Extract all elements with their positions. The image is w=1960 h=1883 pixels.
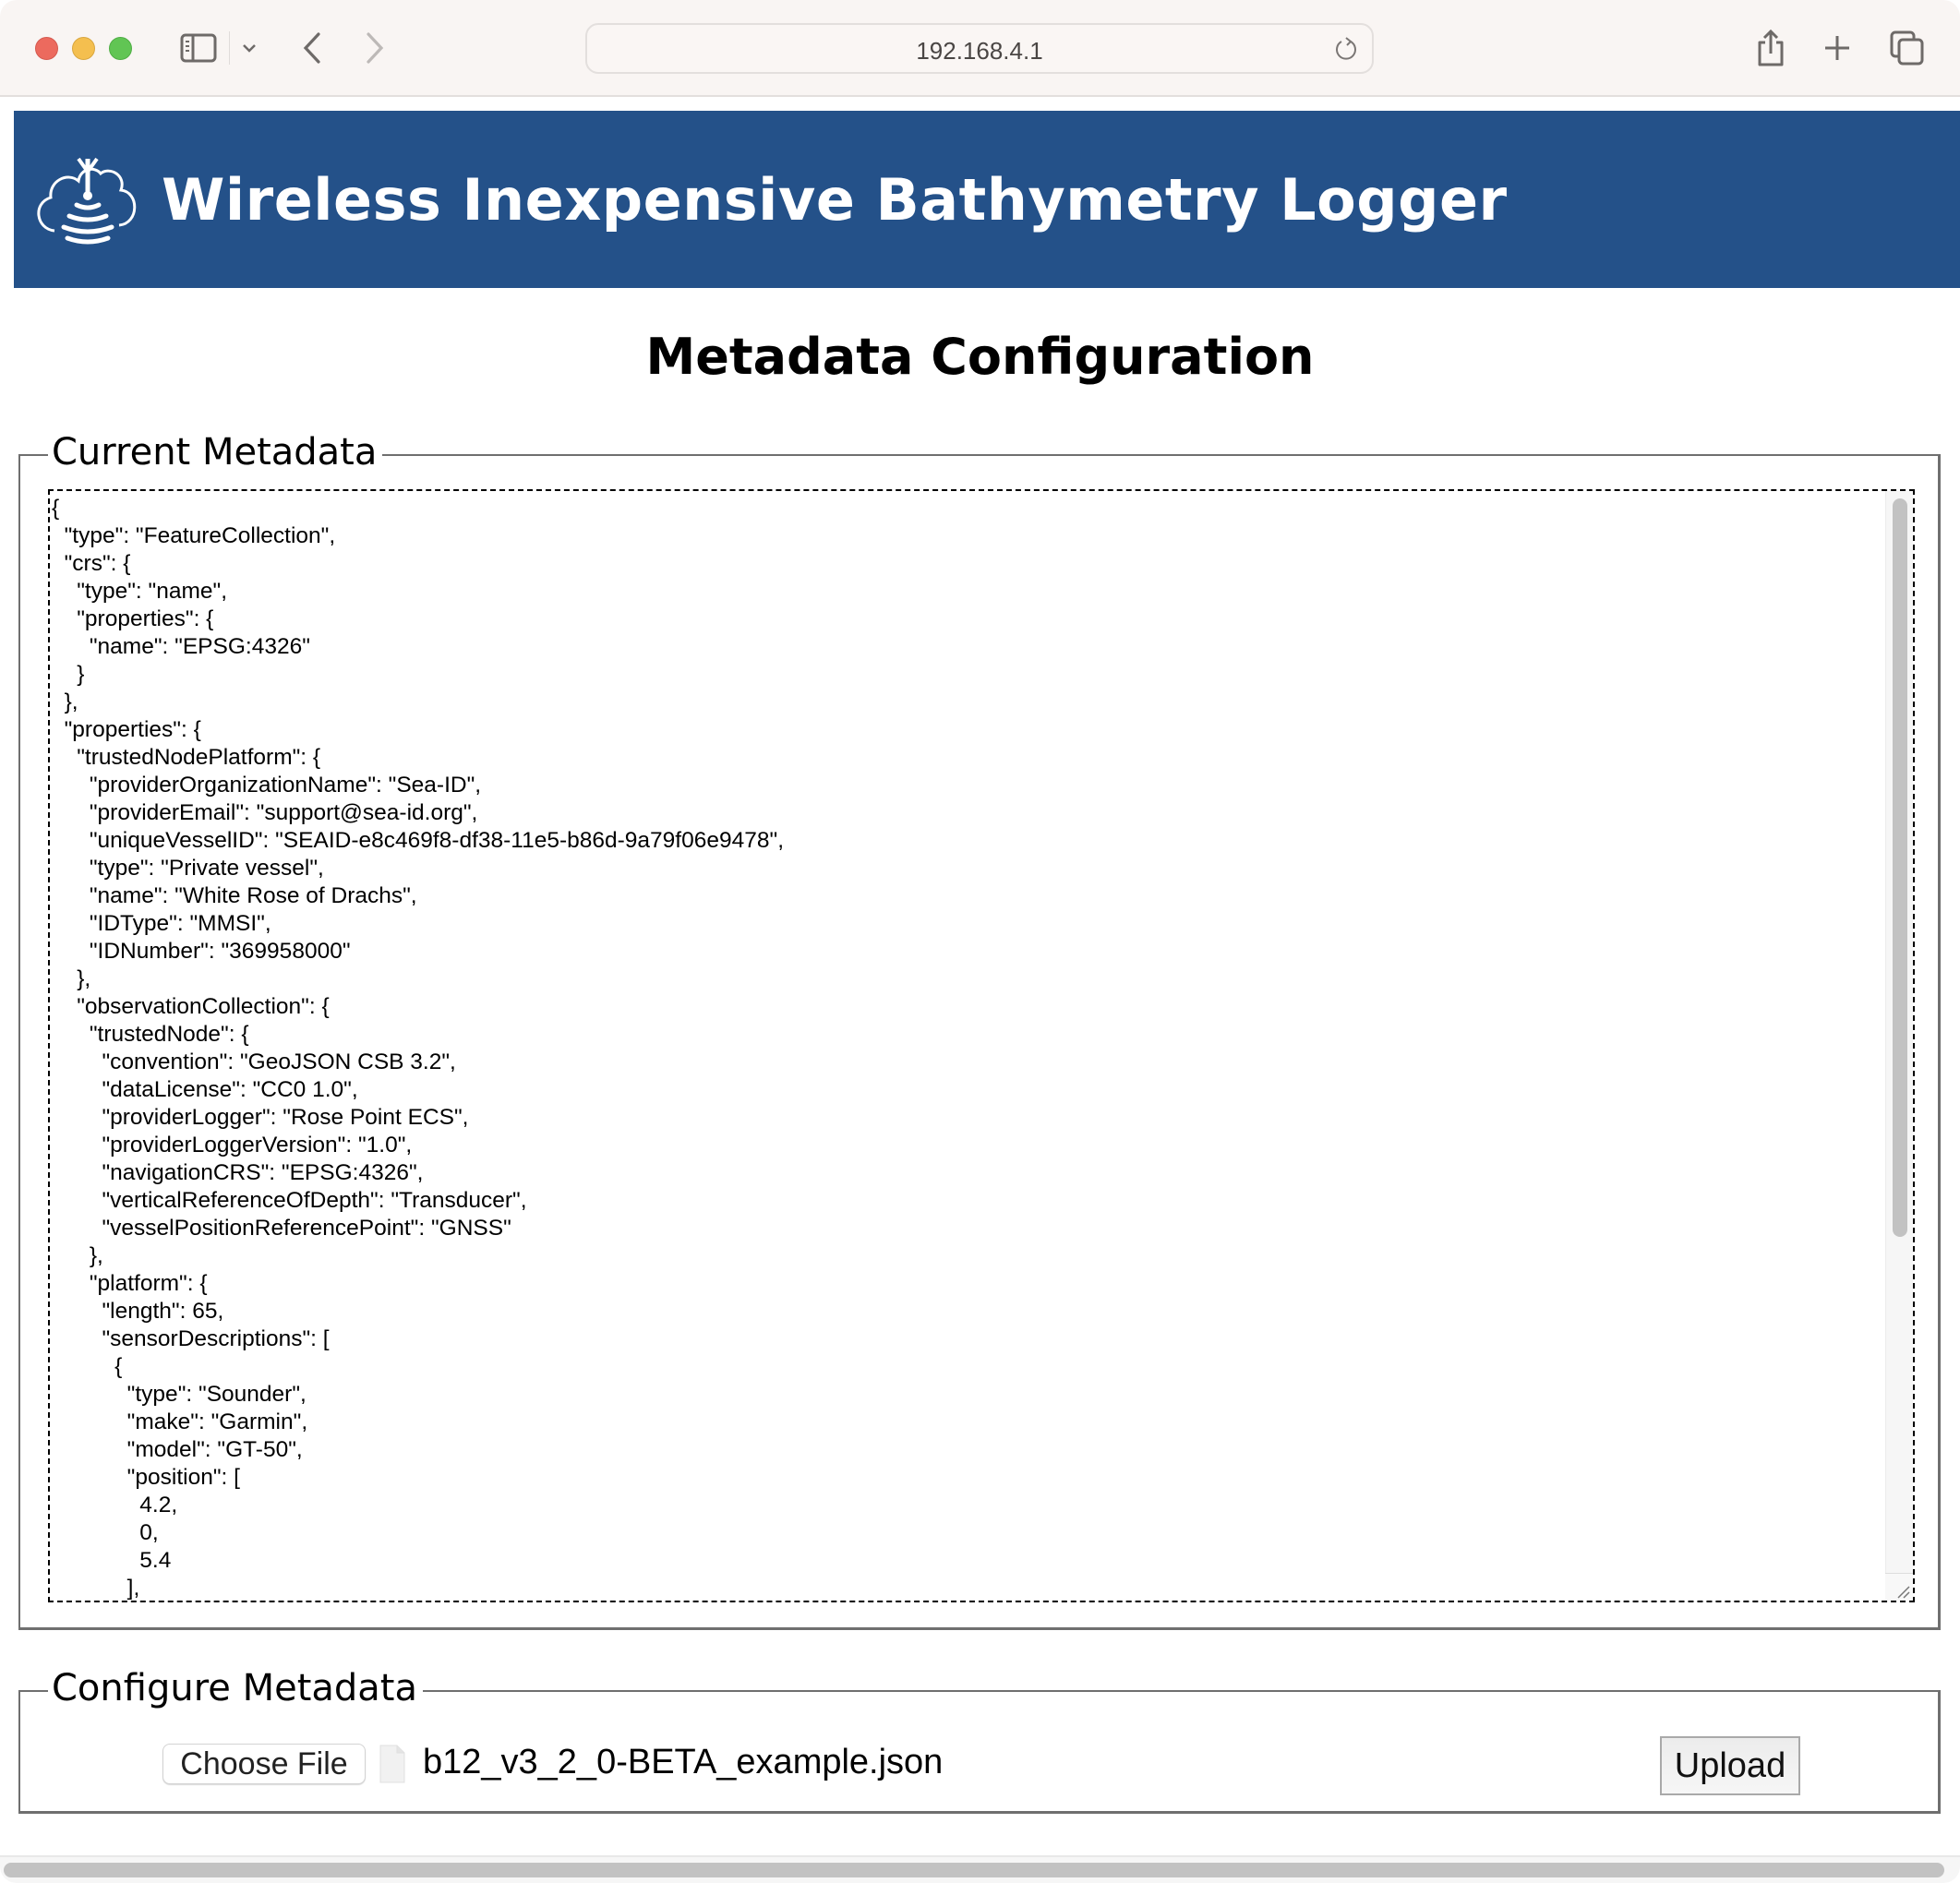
cloud-antenna-logo-icon <box>30 148 146 245</box>
metadata-json-textarea[interactable]: { "type": "FeatureCollection", "crs": { … <box>48 489 1915 1602</box>
configure-metadata-legend: Configure Metadata <box>48 1661 423 1716</box>
chevron-left-icon[interactable] <box>295 28 329 68</box>
selected-file-name: b12_v3_2_0-BETA_example.json <box>423 1743 944 1781</box>
configure-metadata-fieldset: Configure Metadata Choose File b12_v3_2_… <box>18 1661 1941 1814</box>
vertical-scrollbar[interactable] <box>1885 491 1913 1601</box>
file-icon <box>379 1744 406 1784</box>
horizontal-scrollbar-thumb[interactable] <box>4 1863 1944 1877</box>
resize-handle-icon[interactable] <box>1885 1573 1913 1601</box>
metadata-json-text[interactable]: { "type": "FeatureCollection", "crs": { … <box>52 495 784 1601</box>
chevron-down-icon[interactable] <box>238 28 260 68</box>
toolbar-divider <box>229 31 230 65</box>
zoom-window-button[interactable] <box>109 37 132 60</box>
horizontal-scrollbar[interactable] <box>0 1855 1960 1883</box>
minimize-window-button[interactable] <box>72 37 95 60</box>
page-title: Metadata Configuration <box>645 328 1315 386</box>
current-metadata-fieldset: Current Metadata { "type": "FeatureColle… <box>18 425 1941 1630</box>
share-icon[interactable] <box>1752 28 1789 68</box>
banner-title: Wireless Inexpensive Bathymetry Logger <box>162 166 1508 234</box>
upload-button[interactable]: Upload <box>1660 1736 1800 1795</box>
close-window-button[interactable] <box>35 37 58 60</box>
browser-toolbar: 192.168.4.1 <box>0 0 1960 97</box>
url-text[interactable]: 192.168.4.1 <box>587 37 1372 66</box>
current-metadata-legend: Current Metadata <box>48 425 383 480</box>
sidebar-icon[interactable] <box>179 28 218 68</box>
reload-icon[interactable] <box>1333 36 1359 62</box>
vertical-scrollbar-thumb[interactable] <box>1893 498 1907 1237</box>
tabs-icon[interactable] <box>1887 28 1928 68</box>
chevron-right-icon[interactable] <box>358 28 391 68</box>
plus-icon[interactable] <box>1819 28 1856 68</box>
address-bar[interactable]: 192.168.4.1 <box>585 23 1374 74</box>
site-banner: Wireless Inexpensive Bathymetry Logger <box>14 111 1960 288</box>
choose-file-button[interactable]: Choose File <box>162 1744 366 1784</box>
